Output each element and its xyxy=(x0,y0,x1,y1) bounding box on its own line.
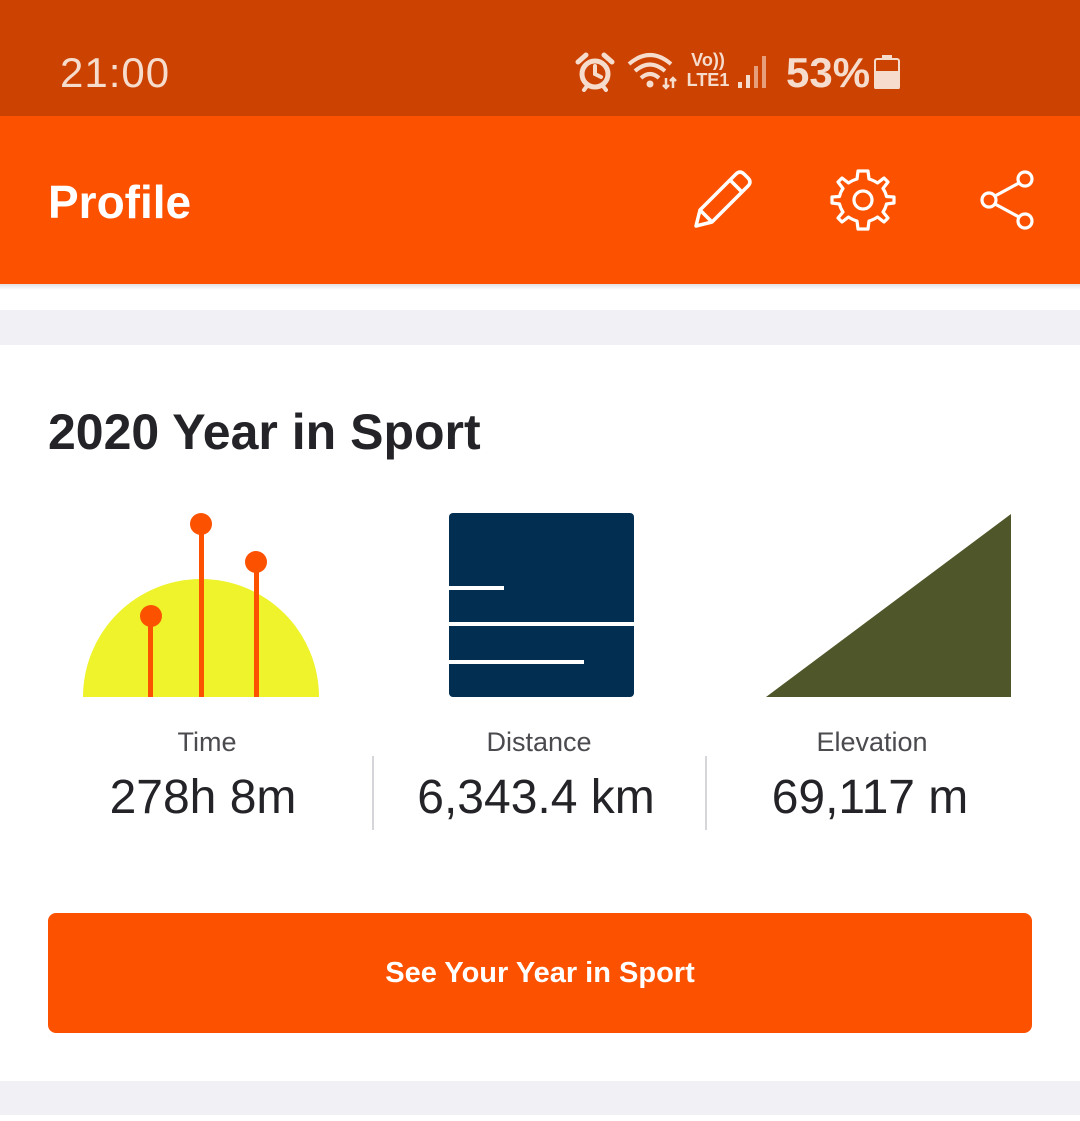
section-divider-top xyxy=(0,310,1080,345)
app-bar-shadow xyxy=(0,284,1080,290)
see-year-in-sport-label: See Your Year in Sport xyxy=(385,957,695,989)
distance-value: 6,343.4 km xyxy=(417,771,655,824)
distance-label: Distance xyxy=(486,727,592,757)
battery-icon xyxy=(874,55,900,89)
signal-icon xyxy=(738,56,766,88)
year-in-sport-title: 2020 Year in Sport xyxy=(48,404,481,460)
settings-button[interactable] xyxy=(823,160,903,240)
elevation-label: Elevation xyxy=(816,727,928,757)
status-time: 21:00 xyxy=(60,49,171,96)
see-year-in-sport-button[interactable]: See Your Year in Sport xyxy=(48,913,1032,1033)
status-bar: 21:00 Vo)) LTE1 53% xyxy=(0,0,1080,116)
edit-icon xyxy=(694,170,752,228)
elevation-slope-illustration xyxy=(766,514,1011,697)
volte-icon: Vo)) LTE1 xyxy=(684,50,732,94)
volte-label: Vo)) xyxy=(691,50,725,70)
edit-profile-button[interactable] xyxy=(682,160,762,240)
time-value: 278h 8m xyxy=(109,771,297,824)
page-title: Profile xyxy=(48,176,192,228)
distance-lanes-illustration xyxy=(449,513,634,697)
lte-label: LTE1 xyxy=(686,70,730,90)
time-sunrise-illustration xyxy=(83,513,319,697)
elevation-value: 69,117 m xyxy=(771,771,969,824)
alarm-icon xyxy=(575,52,615,92)
share-icon xyxy=(980,170,1034,230)
settings-gear-icon xyxy=(830,169,896,231)
share-button[interactable] xyxy=(966,160,1046,240)
time-label: Time xyxy=(177,727,237,757)
wifi-icon xyxy=(627,53,677,90)
battery-percent: 53% xyxy=(786,49,871,96)
section-divider-bottom xyxy=(0,1081,1080,1115)
